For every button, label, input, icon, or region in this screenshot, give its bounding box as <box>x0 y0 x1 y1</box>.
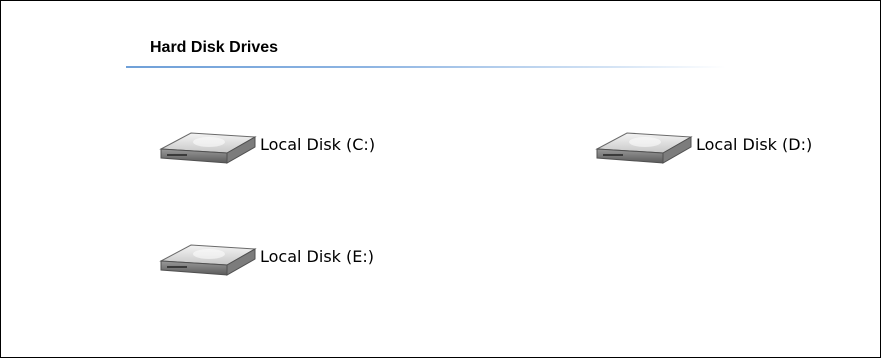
hard-disk-icon <box>157 235 257 279</box>
hard-disk-icon <box>157 123 257 167</box>
drive-item-d[interactable]: Local Disk (D:) <box>593 123 812 167</box>
section-header-hard-disk-drives: Hard Disk Drives <box>126 37 726 69</box>
drive-item-c[interactable]: Local Disk (C:) <box>157 123 375 167</box>
drive-label: Local Disk (D:) <box>696 135 813 154</box>
section-title: Hard Disk Drives <box>150 39 279 56</box>
drive-label: Local Disk (C:) <box>260 135 376 154</box>
drive-item-e[interactable]: Local Disk (E:) <box>157 235 374 279</box>
drives-view: Hard Disk Drives Local Disk (C:) Local D… <box>0 0 881 358</box>
drive-label: Local Disk (E:) <box>260 247 374 266</box>
hard-disk-icon <box>593 123 693 167</box>
section-divider <box>126 66 726 68</box>
